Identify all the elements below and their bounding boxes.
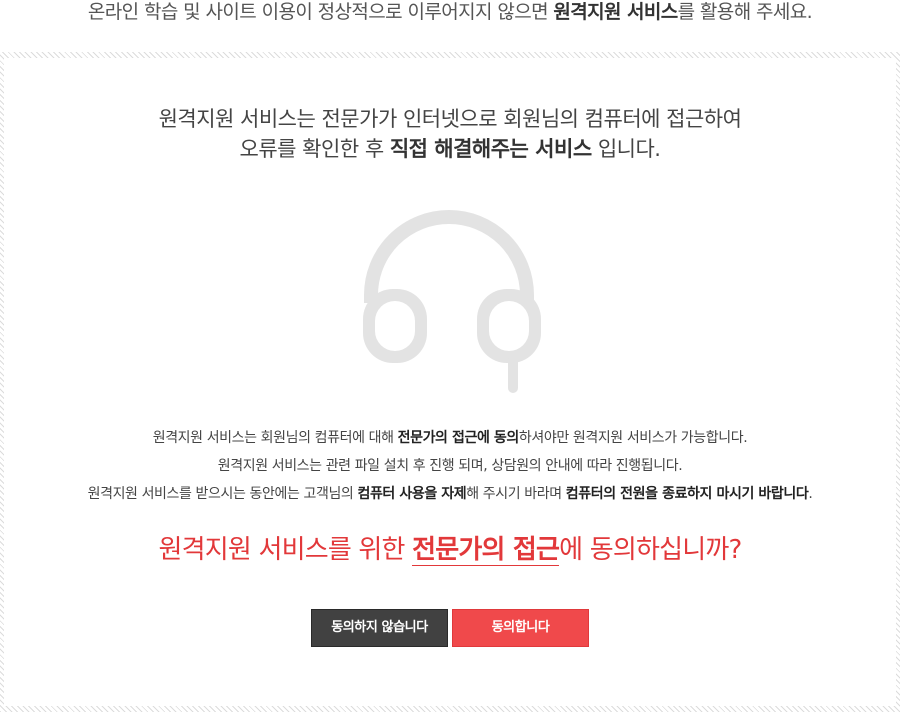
- question-bold: 전문가의 접근: [412, 535, 560, 566]
- agree-button[interactable]: 동의합니다: [452, 609, 589, 647]
- decline-button[interactable]: 동의하지 않습니다: [311, 609, 448, 647]
- consent-question: 원격지원 서비스를 위한 전문가의 접근에 동의하십니까?: [4, 530, 896, 570]
- remote-support-panel: 원격지원 서비스는 전문가가 인터넷으로 회원님의 컴퓨터에 접근하여 오류를 …: [0, 52, 900, 712]
- top-notice-text: 온라인 학습 및 사이트 이용이 정상적으로 이루어지지 않으면: [87, 1, 554, 23]
- description-line-1-start: 원격지원 서비스는 회원님의 컴퓨터에 대해: [152, 430, 398, 446]
- intro-line-2: 오류를 확인한 후 직접 해결해주는 서비스 입니다.: [4, 134, 896, 164]
- question-end: 에 동의하십니까?: [559, 535, 742, 565]
- intro-line-2-bold: 직접 해결해주는 서비스: [389, 137, 592, 161]
- description-line-3: 원격지원 서비스를 받으시는 동안에는 고객님의 컴퓨터 사용을 자제해 주시기…: [4, 480, 896, 508]
- intro-line-1: 원격지원 서비스는 전문가가 인터넷으로 회원님의 컴퓨터에 접근하여: [158, 107, 742, 131]
- panel-content: 원격지원 서비스는 전문가가 인터넷으로 회원님의 컴퓨터에 접근하여 오류를 …: [4, 58, 896, 706]
- top-notice-highlight: 원격지원 서비스: [553, 1, 678, 23]
- headset-icon: [359, 205, 549, 395]
- description-line-3-end: .: [808, 486, 813, 502]
- top-notice: 온라인 학습 및 사이트 이용이 정상적으로 이루어지지 않으면 원격지원 서비…: [0, 0, 900, 26]
- question-start: 원격지원 서비스를 위한: [158, 535, 413, 565]
- description-line-3-start: 원격지원 서비스를 받으시는 동안에는 고객님의: [87, 486, 358, 502]
- description-line-3-middle: 해 주시기 바라며: [466, 486, 566, 502]
- intro-text: 원격지원 서비스는 전문가가 인터넷으로 회원님의 컴퓨터에 접근하여 오류를 …: [4, 104, 896, 164]
- description-line-3-bold-1: 컴퓨터 사용을 자제: [357, 486, 467, 502]
- service-description: 원격지원 서비스는 회원님의 컴퓨터에 대해 전문가의 접근에 동의하셔야만 원…: [4, 424, 896, 508]
- description-line-1-end: 하셔야만 원격지원 서비스가 가능합니다.: [518, 430, 748, 446]
- description-line-1: 원격지원 서비스는 회원님의 컴퓨터에 대해 전문가의 접근에 동의하셔야만 원…: [4, 424, 896, 452]
- description-line-3-bold-2: 컴퓨터의 전원을 종료하지 마시기 바랍니다: [565, 486, 809, 502]
- top-notice-text-end: 를 활용해 주세요.: [677, 1, 813, 23]
- intro-line-2-start: 오류를 확인한 후: [239, 137, 390, 161]
- description-line-2: 원격지원 서비스는 관련 파일 설치 후 진행 되며, 상담원의 안내에 따라 …: [217, 458, 683, 474]
- description-line-1-bold: 전문가의 접근에 동의: [397, 430, 520, 446]
- intro-line-2-end: 입니다.: [591, 137, 661, 161]
